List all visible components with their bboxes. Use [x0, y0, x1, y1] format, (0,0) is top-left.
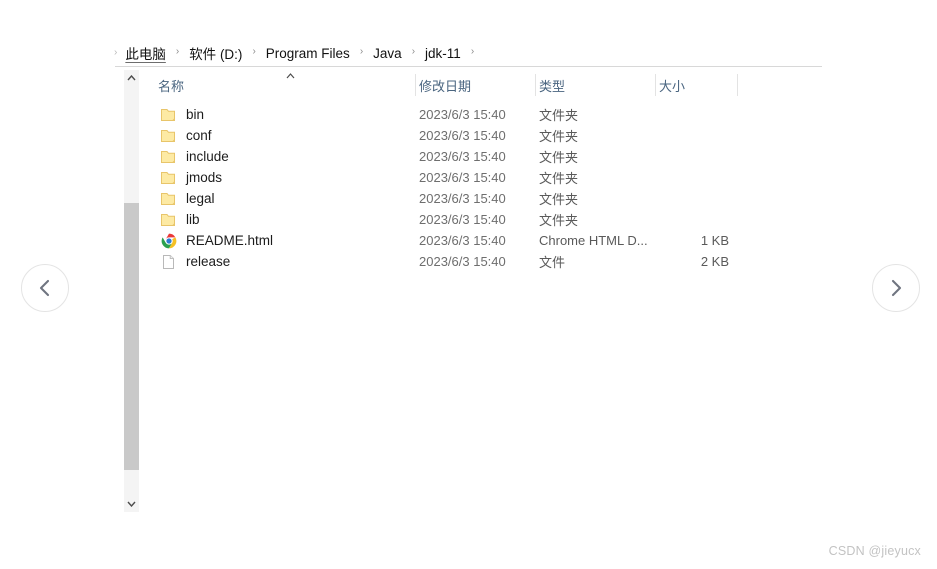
- file-name-label: jmods: [186, 170, 223, 185]
- file-name-label: lib: [186, 212, 200, 227]
- chevron-right-icon: [891, 279, 902, 297]
- folder-icon: [161, 150, 175, 163]
- scroll-down-button[interactable]: [124, 496, 139, 512]
- file-date-cell: 2023/6/3 15:40: [419, 170, 506, 185]
- breadcrumb-item-3[interactable]: Java: [372, 46, 403, 61]
- file-name-cell[interactable]: bin: [160, 107, 204, 123]
- chrome-icon: [161, 233, 177, 248]
- chevron-right-icon: ›: [114, 47, 118, 58]
- document-icon: [163, 254, 174, 269]
- column-header-row: 名称 修改日期 类型 大小: [142, 71, 738, 99]
- sort-ascending-caret-icon: [286, 73, 295, 79]
- file-type-cell: 文件夹: [539, 150, 579, 165]
- file-size-cell: 2 KB: [700, 254, 729, 269]
- file-size-cell: 1 KB: [700, 233, 729, 248]
- file-type-cell: Chrome HTML D...: [539, 233, 648, 248]
- table-row[interactable]: lib 2023/6/3 15:40 文件夹: [142, 209, 782, 230]
- column-header-type[interactable]: 类型: [539, 71, 565, 99]
- file-list: bin 2023/6/3 15:40 文件夹 conf 2023/6/3 15:40 文件…: [142, 104, 782, 272]
- chevron-down-icon: [127, 501, 136, 507]
- column-header-name[interactable]: 名称: [158, 71, 184, 99]
- watermark: CSDN @jieyucx: [828, 544, 921, 558]
- table-row[interactable]: conf 2023/6/3 15:40 文件夹: [142, 125, 782, 146]
- folder-icon: [161, 171, 175, 184]
- file-name-cell[interactable]: README.html: [160, 233, 273, 249]
- folder-icon: [161, 213, 175, 226]
- folder-icon: [160, 170, 178, 186]
- file-name-label: release: [186, 254, 231, 269]
- file-date-cell: 2023/6/3 15:40: [419, 254, 506, 269]
- scrollbar-thumb[interactable]: [124, 203, 139, 470]
- folder-icon: [160, 149, 178, 165]
- breadcrumb-separator: ›: [411, 46, 416, 57]
- file-type-cell: 文件夹: [539, 108, 579, 123]
- file-date-cell: 2023/6/3 15:40: [419, 191, 506, 206]
- breadcrumb-separator: ›: [470, 46, 475, 57]
- folder-icon: [160, 212, 178, 228]
- table-row[interactable]: bin 2023/6/3 15:40 文件夹: [142, 104, 782, 125]
- table-row[interactable]: README.html 2023/6/3 15:40 Chrome HTML D..…: [142, 230, 782, 251]
- folder-icon: [161, 192, 175, 205]
- file-name-label: conf: [186, 128, 212, 143]
- breadcrumb-separator: ›: [175, 46, 180, 57]
- scroll-up-button[interactable]: [124, 70, 139, 86]
- file-name-cell[interactable]: jmods: [160, 170, 222, 186]
- file-type-cell: 文件夹: [539, 192, 579, 207]
- breadcrumb-item-1[interactable]: 软件 (D:): [188, 43, 243, 63]
- breadcrumb-separator: ›: [359, 46, 364, 57]
- file-type-cell: 文件夹: [539, 171, 579, 186]
- column-divider[interactable]: [655, 74, 656, 96]
- column-divider[interactable]: [535, 74, 536, 96]
- table-row[interactable]: legal 2023/6/3 15:40 文件夹: [142, 188, 782, 209]
- column-header-date[interactable]: 修改日期: [419, 71, 471, 99]
- chrome-icon: [160, 233, 178, 249]
- chevron-left-icon: [39, 279, 50, 297]
- file-name-cell[interactable]: legal: [160, 191, 215, 207]
- previous-image-button[interactable]: [21, 264, 69, 312]
- file-date-cell: 2023/6/3 15:40: [419, 128, 506, 143]
- folder-icon: [160, 191, 178, 207]
- document-icon: [160, 254, 178, 270]
- vertical-scrollbar[interactable]: [124, 70, 139, 512]
- file-name-cell[interactable]: release: [160, 254, 230, 270]
- column-divider[interactable]: [737, 74, 738, 96]
- file-type-cell: 文件: [539, 255, 566, 270]
- breadcrumb-item-2[interactable]: Program Files: [265, 46, 351, 61]
- folder-icon: [160, 128, 178, 144]
- breadcrumb-item-4[interactable]: jdk-11: [424, 46, 462, 61]
- file-date-cell: 2023/6/3 15:40: [419, 212, 506, 227]
- file-name-label: include: [186, 149, 229, 164]
- table-row[interactable]: jmods 2023/6/3 15:40 文件夹: [142, 167, 782, 188]
- folder-icon: [161, 129, 175, 142]
- file-name-cell[interactable]: include: [160, 149, 229, 165]
- table-row[interactable]: include 2023/6/3 15:40 文件夹: [142, 146, 782, 167]
- file-date-cell: 2023/6/3 15:40: [419, 107, 506, 122]
- file-name-label: README.html: [186, 233, 274, 248]
- file-type-cell: 文件夹: [539, 213, 579, 228]
- file-name-label: bin: [186, 107, 205, 122]
- folder-icon: [160, 107, 178, 123]
- breadcrumb-separator: ›: [252, 46, 256, 57]
- chevron-up-icon: [127, 75, 136, 81]
- file-name-label: legal: [186, 191, 215, 206]
- file-date-cell: 2023/6/3 15:40: [419, 233, 506, 248]
- next-image-button[interactable]: [872, 264, 920, 312]
- column-divider[interactable]: [415, 74, 416, 96]
- breadcrumb-divider: [115, 66, 822, 67]
- file-name-cell[interactable]: lib: [160, 212, 200, 228]
- column-header-size[interactable]: 大小: [659, 71, 685, 99]
- folder-icon: [161, 108, 175, 121]
- file-name-cell[interactable]: conf: [160, 128, 212, 144]
- breadcrumb-item-0[interactable]: 此电脑: [124, 43, 167, 63]
- file-date-cell: 2023/6/3 15:40: [419, 149, 506, 164]
- file-type-cell: 文件夹: [539, 129, 579, 144]
- breadcrumb[interactable]: › 此电脑 › 软件 (D:) › Program Files › Java ›…: [114, 42, 483, 64]
- table-row[interactable]: release 2023/6/3 15:40 文件 2 KB: [142, 251, 782, 272]
